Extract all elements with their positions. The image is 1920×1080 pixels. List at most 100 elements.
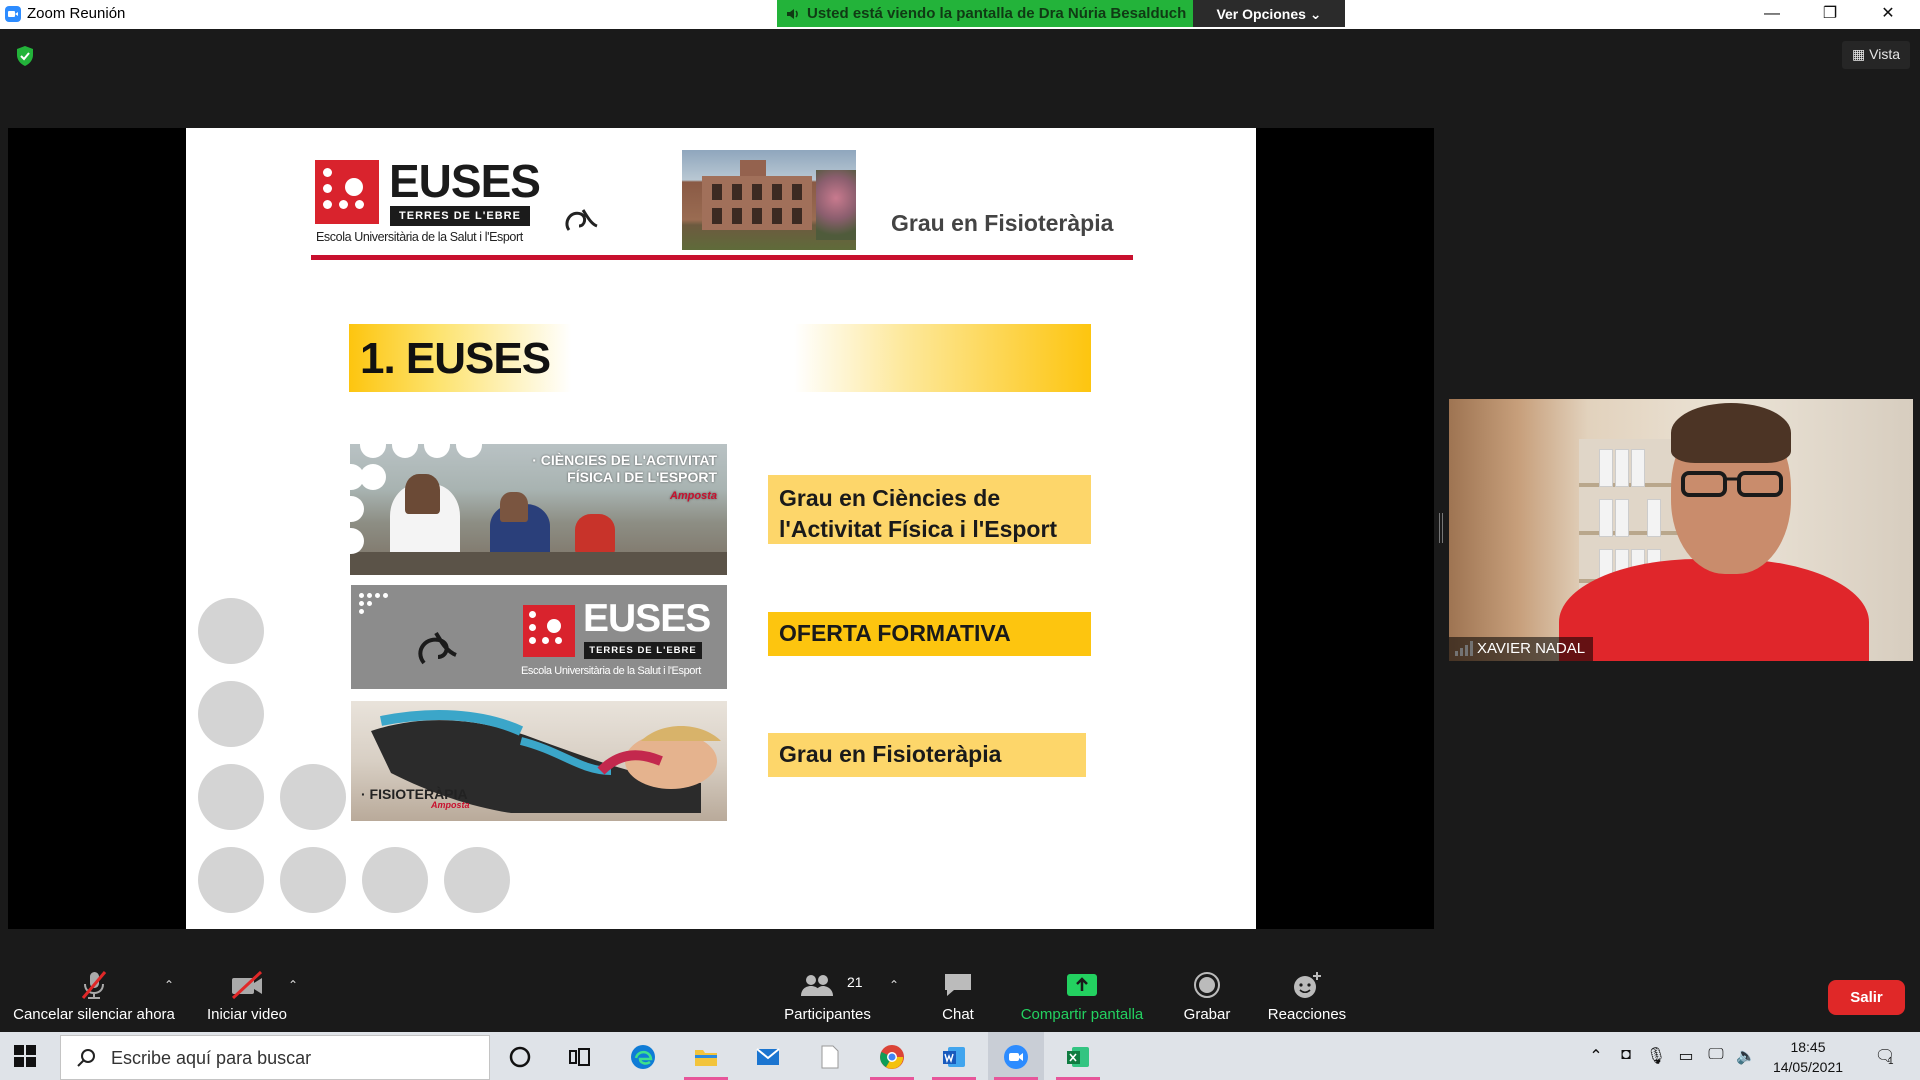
folder-icon [695, 1050, 717, 1066]
mail-button[interactable] [740, 1032, 796, 1080]
mail-icon [756, 1048, 780, 1065]
window-title: Zoom Reunión [27, 5, 126, 22]
degree-physio-box: Grau en Fisioteràpia [768, 733, 1086, 777]
photo1-label: · CIÈNCIES DE L'ACTIVITAT FÍSICA I DE L'… [532, 452, 717, 502]
search-placeholder: Escribe aquí para buscar [111, 1048, 312, 1068]
chat-label: Chat [942, 1006, 974, 1023]
degree-sports-box: Grau en Ciències de l'Activitat Física i… [768, 475, 1091, 544]
participants-icon [801, 975, 833, 996]
share-screen-icon [1067, 974, 1097, 996]
windows-start-icon[interactable] [14, 1045, 36, 1067]
participant-video-tile[interactable]: XAVIER NADAL [1449, 399, 1913, 661]
rowing-photo: · CIÈNCIES DE L'ACTIVITAT FÍSICA I DE L'… [350, 444, 727, 575]
notification-count: 1 [1888, 1056, 1894, 1067]
euses-logo-mark [315, 160, 379, 224]
word-icon [943, 1047, 965, 1067]
notifications-button[interactable]: 🗨 1 [1870, 1046, 1900, 1068]
excel-button[interactable] [1050, 1032, 1106, 1080]
euses-logo-text-small: EUSES [583, 597, 711, 640]
title-bar: Zoom Reunión Usted está viendo la pantal… [0, 0, 1920, 29]
shared-screen[interactable]: EUSES TERRES DE L'EBRE Escola Università… [8, 128, 1434, 929]
euses-logo-subtitle-small: Escola Universitària de la Salut i l'Esp… [521, 665, 701, 677]
urv-logo [565, 209, 598, 231]
euses-logo-text: EUSES [389, 155, 541, 207]
minimize-button[interactable]: — [1743, 0, 1801, 29]
participants-options-caret[interactable]: ⌃ [886, 978, 902, 992]
decor-circle [198, 681, 264, 747]
microphone-tray-icon[interactable]: 🎙 [1644, 1046, 1668, 1068]
unmute-button[interactable]: Cancelar silenciar ahora [8, 948, 180, 1032]
physio-figure [371, 710, 721, 813]
section-banner: 1. EUSES [349, 324, 1091, 392]
participants-label: Participantes [784, 1006, 871, 1023]
zoom-window: Zoom Reunión Usted está viendo la pantal… [0, 0, 1920, 1080]
decor-circle [198, 764, 264, 830]
document-icon [821, 1045, 839, 1069]
camera-tray-icon[interactable]: ◘ [1614, 1046, 1638, 1068]
euses-logo-subtitle: Escola Universitària de la Salut i l'Esp… [316, 230, 523, 244]
decor-circle [198, 847, 264, 913]
reactions-button[interactable]: Reacciones [1264, 948, 1350, 1032]
record-button[interactable]: Grabar [1176, 948, 1238, 1032]
shield-icon[interactable] [15, 45, 35, 67]
header-divider [311, 255, 1133, 260]
meeting-area: ▦ Vista EUSES TERRES DE L'EBRE Escola Un… [0, 29, 1920, 929]
notepad-button[interactable] [802, 1032, 858, 1080]
zoom-icon [1004, 1045, 1028, 1069]
euses-logo-mark-small [523, 605, 575, 657]
physiotherapy-photo: · FISIOTERÀPIA Amposta [351, 701, 727, 821]
urv-logo-large [418, 631, 457, 665]
view-options-button[interactable]: Ver Opciones ⌄ [1193, 0, 1345, 27]
decor-circle [444, 847, 510, 913]
training-offer-box: OFERTA FORMATIVA [768, 612, 1091, 656]
video-options-caret[interactable]: ⌃ [285, 978, 301, 992]
file-explorer-button[interactable] [678, 1032, 734, 1080]
edge-button[interactable] [615, 1032, 671, 1080]
participant-name: XAVIER NADAL [1449, 637, 1594, 661]
decor-circle [280, 847, 346, 913]
view-label: Vista [1869, 46, 1900, 62]
tray-overflow-icon[interactable]: ⌃ [1584, 1046, 1608, 1068]
reactions-label: Reacciones [1267, 1006, 1347, 1023]
taskbar-search-box[interactable]: Escribe aquí para buscar [60, 1035, 490, 1080]
battery-icon[interactable]: ▭ [1674, 1046, 1698, 1068]
clock-time: 18:45 [1790, 1039, 1826, 1055]
cortana-icon [509, 1046, 531, 1068]
zoom-app-icon [5, 6, 21, 22]
campus-building-photo [682, 150, 856, 250]
audio-options-caret[interactable]: ⌃ [161, 978, 177, 992]
leave-button[interactable]: Salir [1828, 980, 1905, 1015]
chrome-icon [880, 1045, 904, 1069]
restore-button[interactable]: ❐ [1801, 0, 1859, 29]
unmute-label: Cancelar silenciar ahora [13, 1006, 175, 1023]
chat-button[interactable]: Chat [928, 948, 988, 1032]
decor-circle [362, 847, 428, 913]
task-view-icon [569, 1048, 590, 1066]
view-button[interactable]: ▦ Vista [1842, 41, 1910, 69]
meeting-controls: Cancelar silenciar ahora ⌃ Iniciar video… [0, 948, 1920, 1032]
euses-logo-tag: TERRES DE L'EBRE [390, 206, 530, 226]
close-button[interactable]: ✕ [1859, 0, 1917, 29]
panel-resize-handle[interactable] [1439, 513, 1443, 543]
participants-button[interactable]: 21 Participantes [775, 948, 880, 1032]
search-icon [77, 1049, 95, 1067]
slide-header-title: Grau en Fisioteràpia [891, 210, 1114, 236]
share-screen-button[interactable]: Compartir pantalla [1012, 948, 1152, 1032]
windows-taskbar: Escribe aquí para buscar ⌃ ◘ 🎙 ▭ 🖵 🔈 18:… [0, 1032, 1920, 1080]
volume-icon[interactable]: 🔈 [1734, 1046, 1758, 1068]
euses-urv-banner: EUSES TERRES DE L'EBRE Escola Università… [351, 585, 727, 689]
decor-circle [198, 598, 264, 664]
network-icon[interactable]: 🖵 [1704, 1046, 1728, 1068]
word-button[interactable] [926, 1032, 982, 1080]
grid-icon: ▦ [1852, 46, 1866, 62]
screen-share-banner: Usted está viendo la pantalla de Dra Núr… [777, 0, 1193, 27]
cortana-button[interactable] [492, 1032, 548, 1080]
taskbar-clock[interactable]: 18:45 14/05/2021 [1760, 1037, 1856, 1077]
start-video-label: Iniciar video [206, 1006, 288, 1023]
reactions-icon [1294, 972, 1321, 998]
zoom-taskbar-button[interactable] [988, 1032, 1044, 1080]
decor-circle [280, 764, 346, 830]
share-banner-text: Usted está viendo la pantalla de Dra Núr… [807, 5, 1187, 22]
task-view-button[interactable] [552, 1032, 608, 1080]
chrome-button[interactable] [864, 1032, 920, 1080]
